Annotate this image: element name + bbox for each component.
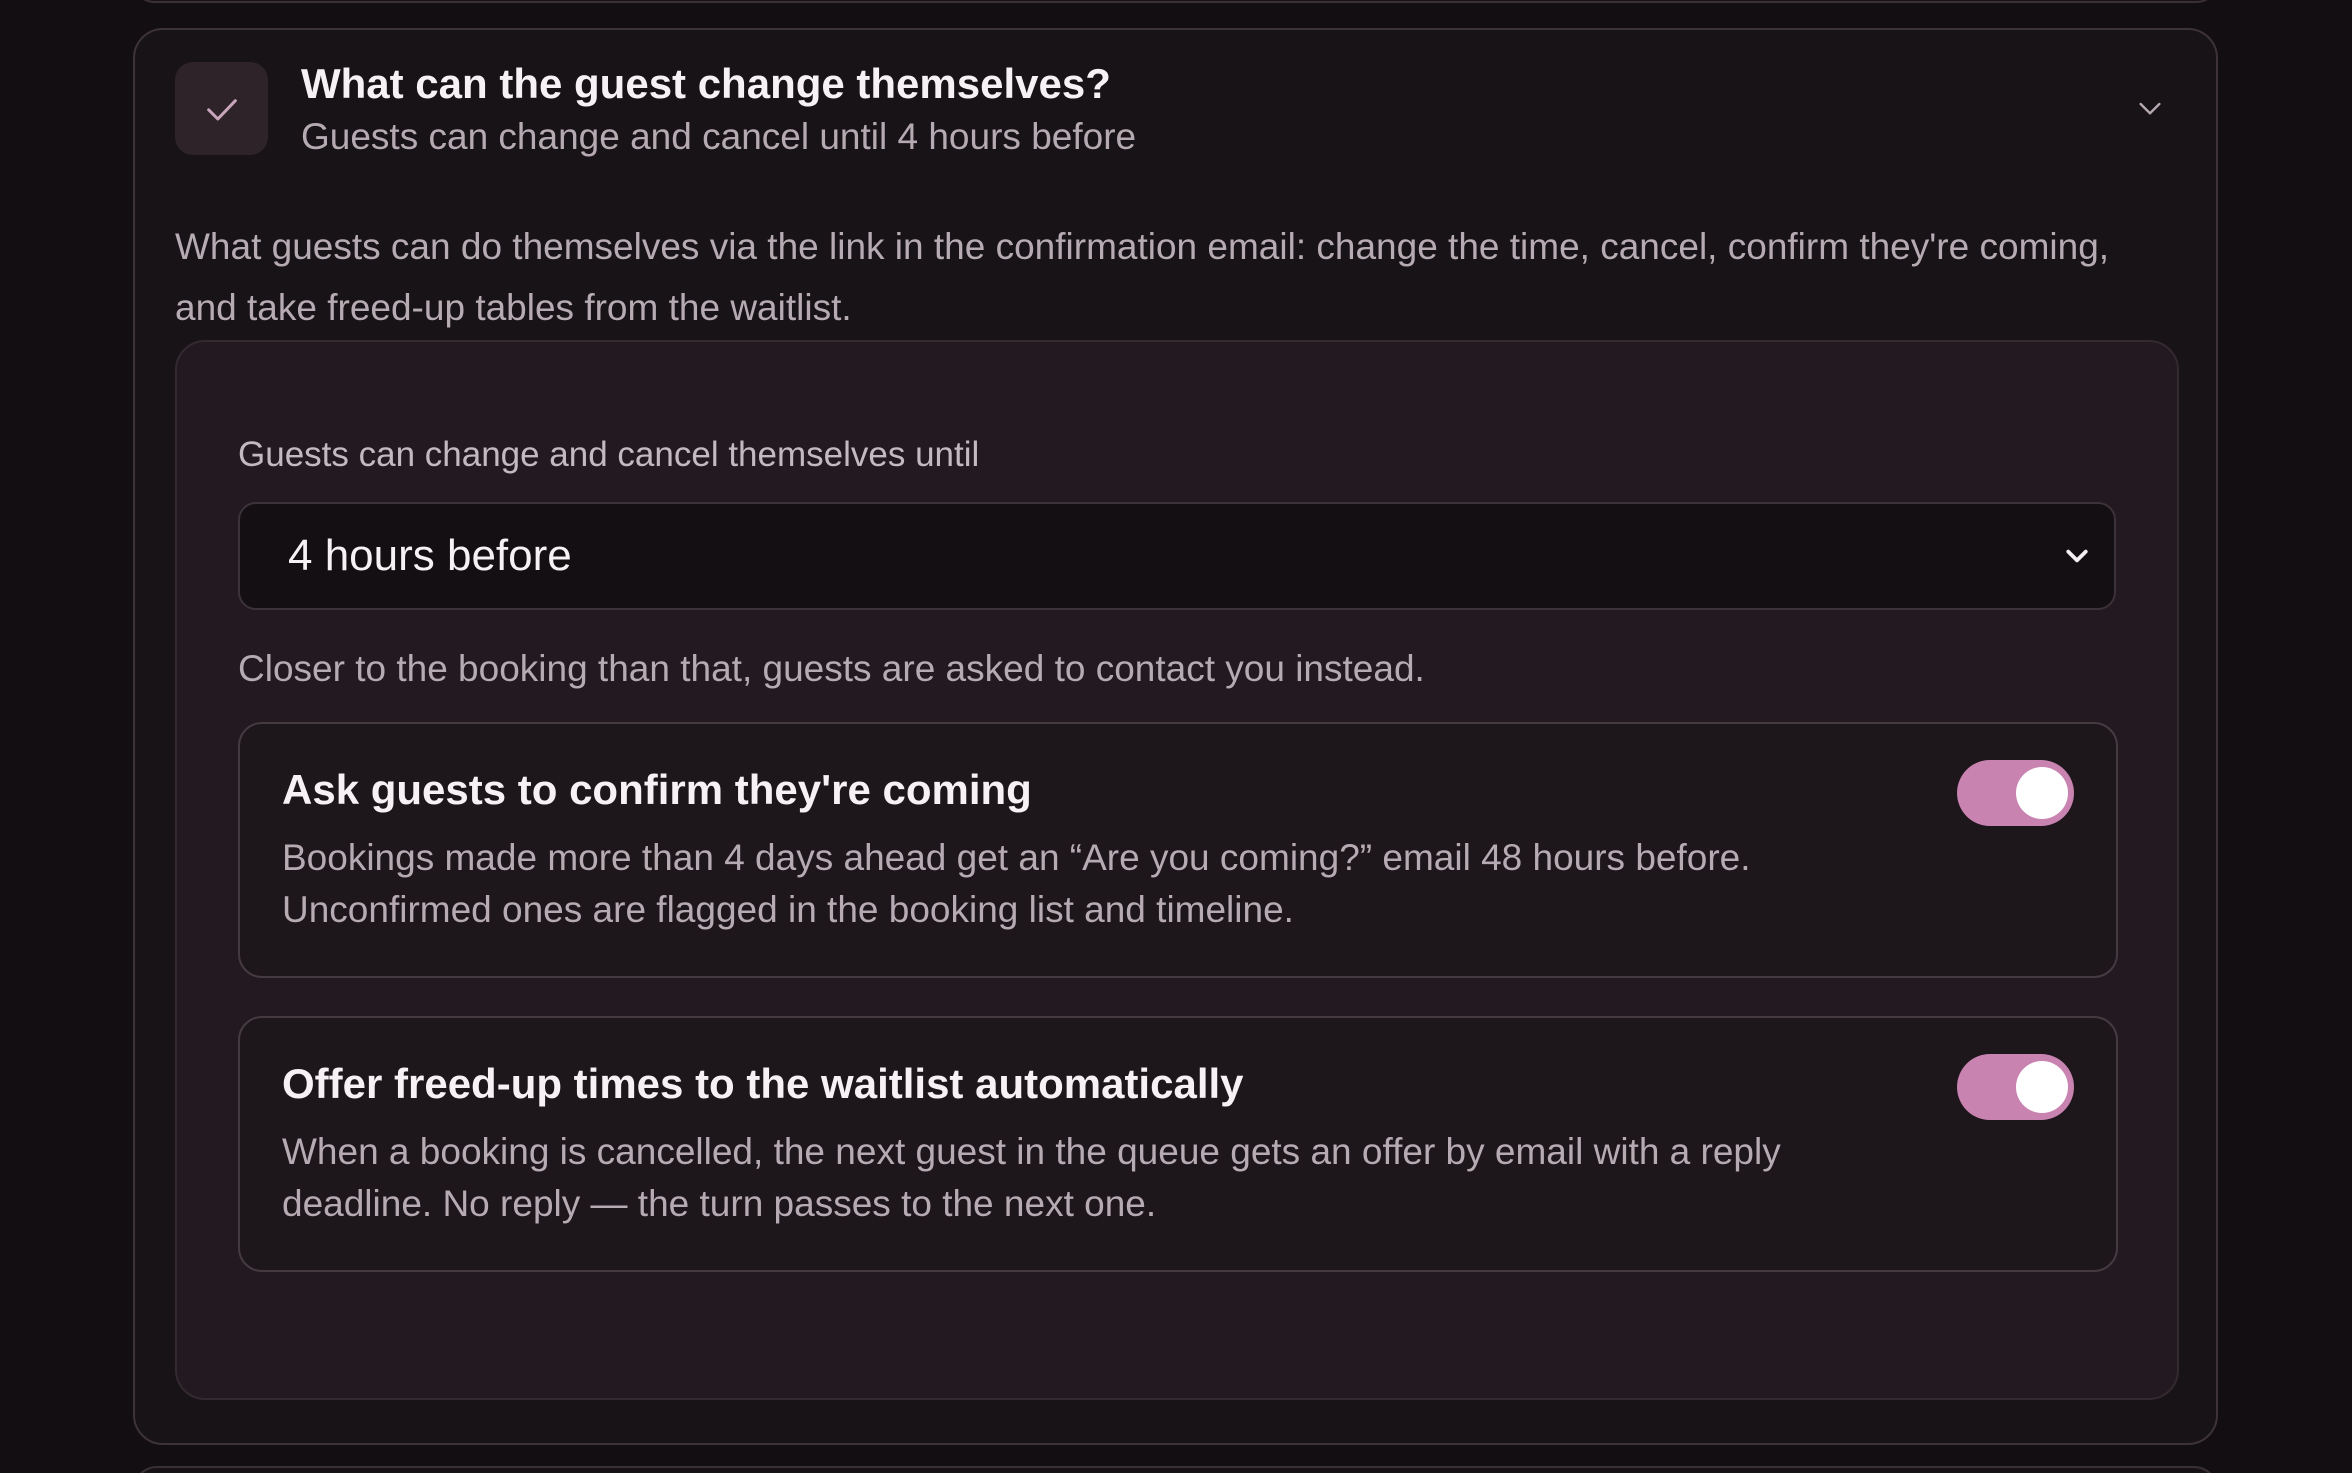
option-description: Bookings made more than 4 days ahead get…: [282, 837, 1751, 930]
next-section-card: [133, 1466, 2218, 1473]
confirm-attendance-option: Ask guests to confirm they're coming Boo…: [238, 722, 2118, 978]
section-subtitle: Guests can change and cancel until 4 hou…: [301, 116, 1137, 157]
option-title: Offer freed-up times to the waitlist aut…: [282, 1060, 1244, 1107]
confirm-attendance-toggle[interactable]: [1957, 760, 2074, 826]
chevron-down-icon: [2139, 102, 2161, 115]
section-collapse-button[interactable]: [2128, 86, 2172, 130]
cutoff-selected-value: 4 hours before: [288, 531, 572, 580]
toggle-knob: [2016, 767, 2068, 819]
guest-self-service-section: What can the guest change themselves? Gu…: [133, 28, 2218, 1445]
select-chevron-down-icon: [2066, 549, 2088, 563]
check-icon: [206, 98, 237, 120]
waitlist-auto-offer-toggle[interactable]: [1957, 1054, 2074, 1120]
option-description: When a booking is cancelled, the next gu…: [282, 1131, 1781, 1224]
cutoff-label: Guests can change and cancel themselves …: [238, 435, 980, 474]
page: What can the guest change themselves? Gu…: [0, 0, 2352, 1473]
settings-panel: Guests can change and cancel themselves …: [175, 340, 2179, 1400]
cutoff-select[interactable]: 4 hours before: [238, 502, 2116, 610]
option-title: Ask guests to confirm they're coming: [282, 766, 1032, 813]
section-title: What can the guest change themselves?: [301, 60, 1111, 107]
waitlist-auto-offer-option: Offer freed-up times to the waitlist aut…: [238, 1016, 2118, 1272]
previous-section-card: [133, 0, 2218, 3]
toggle-knob: [2016, 1061, 2068, 1113]
section-status-badge: [175, 62, 268, 155]
cutoff-help-text: Closer to the booking than that, guests …: [238, 648, 1425, 689]
section-description: What guests can do themselves via the li…: [175, 226, 2110, 328]
